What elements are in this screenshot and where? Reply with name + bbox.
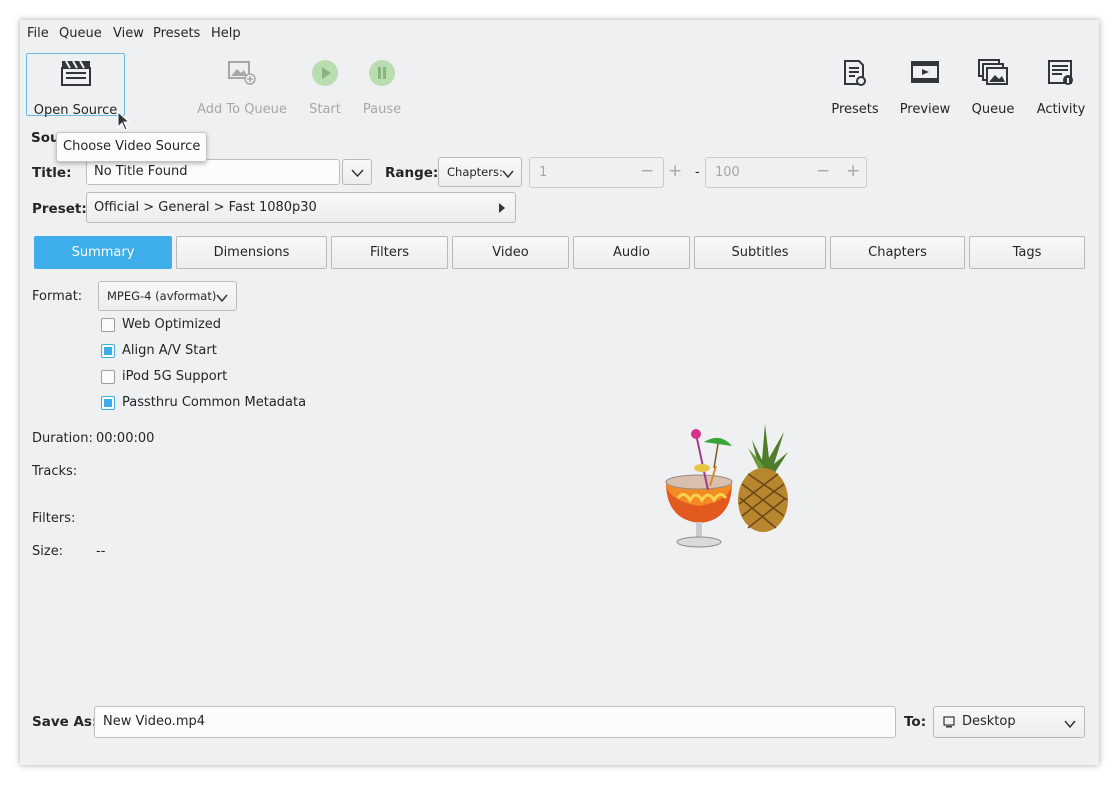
film-icon [911, 59, 939, 89]
ipod-checkbox[interactable] [101, 370, 115, 384]
pause-button[interactable]: Pause [357, 53, 407, 117]
destination-value: Desktop [962, 714, 1016, 729]
activity-log-icon [1047, 59, 1075, 91]
start-button[interactable]: Start [300, 53, 350, 117]
size-value: -- [96, 544, 106, 559]
presets-label: Presets [831, 102, 879, 117]
tracks-label: Tracks: [32, 464, 78, 479]
title-field[interactable]: No Title Found [86, 159, 340, 185]
align-av-option[interactable]: Align A/V Start [101, 343, 341, 363]
web-optimized-label: Web Optimized [122, 317, 222, 332]
preview-label: Preview [899, 102, 951, 117]
save-as-value: New Video.mp4 [103, 714, 206, 729]
format-value: MPEG-4 (avformat) [107, 289, 217, 303]
save-as-field[interactable]: New Video.mp4 [94, 706, 896, 738]
preset-value: Official > General > Fast 1080p30 [94, 200, 317, 215]
range-label: Range: [385, 165, 439, 181]
title-dropdown-button[interactable] [342, 159, 372, 185]
title-value: No Title Found [94, 164, 188, 179]
activity-label: Activity [1036, 102, 1086, 117]
open-source-tooltip: Choose Video Source [56, 132, 208, 162]
size-label: Size: [32, 544, 64, 559]
save-as-label: Save As: [32, 714, 98, 730]
plus-icon[interactable]: + [668, 161, 682, 181]
range-end-value: 100 [715, 165, 740, 180]
range-end-spinbox[interactable]: 100 − + [705, 157, 867, 188]
passthru-metadata-option[interactable]: Passthru Common Metadata [101, 395, 341, 415]
minus-icon[interactable]: − [640, 161, 654, 181]
align-av-checkbox[interactable] [101, 344, 115, 358]
chevron-down-icon [216, 292, 228, 307]
ipod-label: iPod 5G Support [122, 369, 228, 384]
add-to-queue-button[interactable]: Add To Queue [193, 53, 291, 117]
range-start-value: 1 [539, 165, 548, 180]
menu-presets[interactable]: Presets [153, 26, 200, 41]
menu-view[interactable]: View [113, 26, 144, 41]
web-optimized-option[interactable]: Web Optimized [101, 317, 341, 337]
tab-chapters[interactable]: Chapters [830, 236, 965, 269]
align-av-label: Align A/V Start [122, 343, 217, 358]
range-start-spinbox[interactable]: 1 − + [529, 157, 682, 188]
stacked-images-icon [978, 59, 1008, 91]
passthru-metadata-label: Passthru Common Metadata [122, 395, 307, 410]
start-label: Start [309, 102, 341, 117]
main-window: File Queue View Presets Help Open Source [20, 20, 1099, 765]
mouse-cursor-icon [117, 110, 131, 135]
ipod-option[interactable]: iPod 5G Support [101, 369, 341, 389]
chevron-down-icon [502, 168, 514, 183]
chevron-right-icon [498, 202, 506, 217]
open-source-button[interactable]: Open Source [26, 53, 125, 118]
presets-icon [842, 59, 868, 91]
add-to-queue-label: Add To Queue [197, 102, 287, 117]
preview-button[interactable]: Preview [897, 53, 953, 117]
chevron-down-icon [1064, 718, 1076, 733]
duration-label: Duration: [32, 431, 93, 446]
tab-video[interactable]: Video [452, 236, 569, 269]
queue-label: Queue [971, 102, 1015, 117]
queue-button[interactable]: Queue [968, 53, 1018, 117]
plus-icon[interactable]: + [846, 161, 860, 181]
add-image-icon [227, 59, 257, 89]
tab-audio[interactable]: Audio [573, 236, 690, 269]
presets-button[interactable]: Presets [828, 53, 882, 117]
tab-dimensions[interactable]: Dimensions [176, 236, 327, 269]
filters-label: Filters: [32, 511, 76, 526]
web-optimized-checkbox[interactable] [101, 318, 115, 332]
chevron-down-icon [351, 167, 364, 182]
play-icon [311, 59, 339, 91]
tab-summary[interactable]: Summary [34, 236, 172, 269]
menu-file[interactable]: File [27, 26, 49, 41]
menu-queue[interactable]: Queue [59, 26, 102, 41]
pause-icon [368, 59, 396, 91]
open-source-label: Open Source [33, 103, 118, 118]
handbrake-logo [660, 420, 790, 550]
passthru-metadata-checkbox[interactable] [101, 396, 115, 410]
preset-selector[interactable]: Official > General > Fast 1080p30 [86, 192, 516, 223]
destination-select[interactable]: Desktop [933, 706, 1085, 738]
range-separator: - [695, 165, 700, 180]
menu-help[interactable]: Help [211, 26, 241, 41]
format-select[interactable]: MPEG-4 (avformat) [98, 281, 237, 311]
pause-label: Pause [362, 102, 402, 117]
range-mode-value: Chapters: [447, 165, 503, 179]
tab-subtitles[interactable]: Subtitles [694, 236, 826, 269]
duration-value: 00:00:00 [96, 431, 155, 446]
tab-filters[interactable]: Filters [331, 236, 448, 269]
title-label: Title: [32, 165, 72, 181]
clapperboard-icon [60, 60, 91, 90]
desktop-icon [943, 716, 955, 732]
to-label: To: [904, 714, 927, 730]
minus-icon[interactable]: − [816, 161, 830, 181]
range-mode-select[interactable]: Chapters: [438, 157, 522, 187]
preset-label: Preset: [32, 201, 87, 217]
activity-button[interactable]: Activity [1036, 53, 1086, 117]
tab-tags[interactable]: Tags [969, 236, 1085, 269]
format-label: Format: [32, 289, 83, 304]
